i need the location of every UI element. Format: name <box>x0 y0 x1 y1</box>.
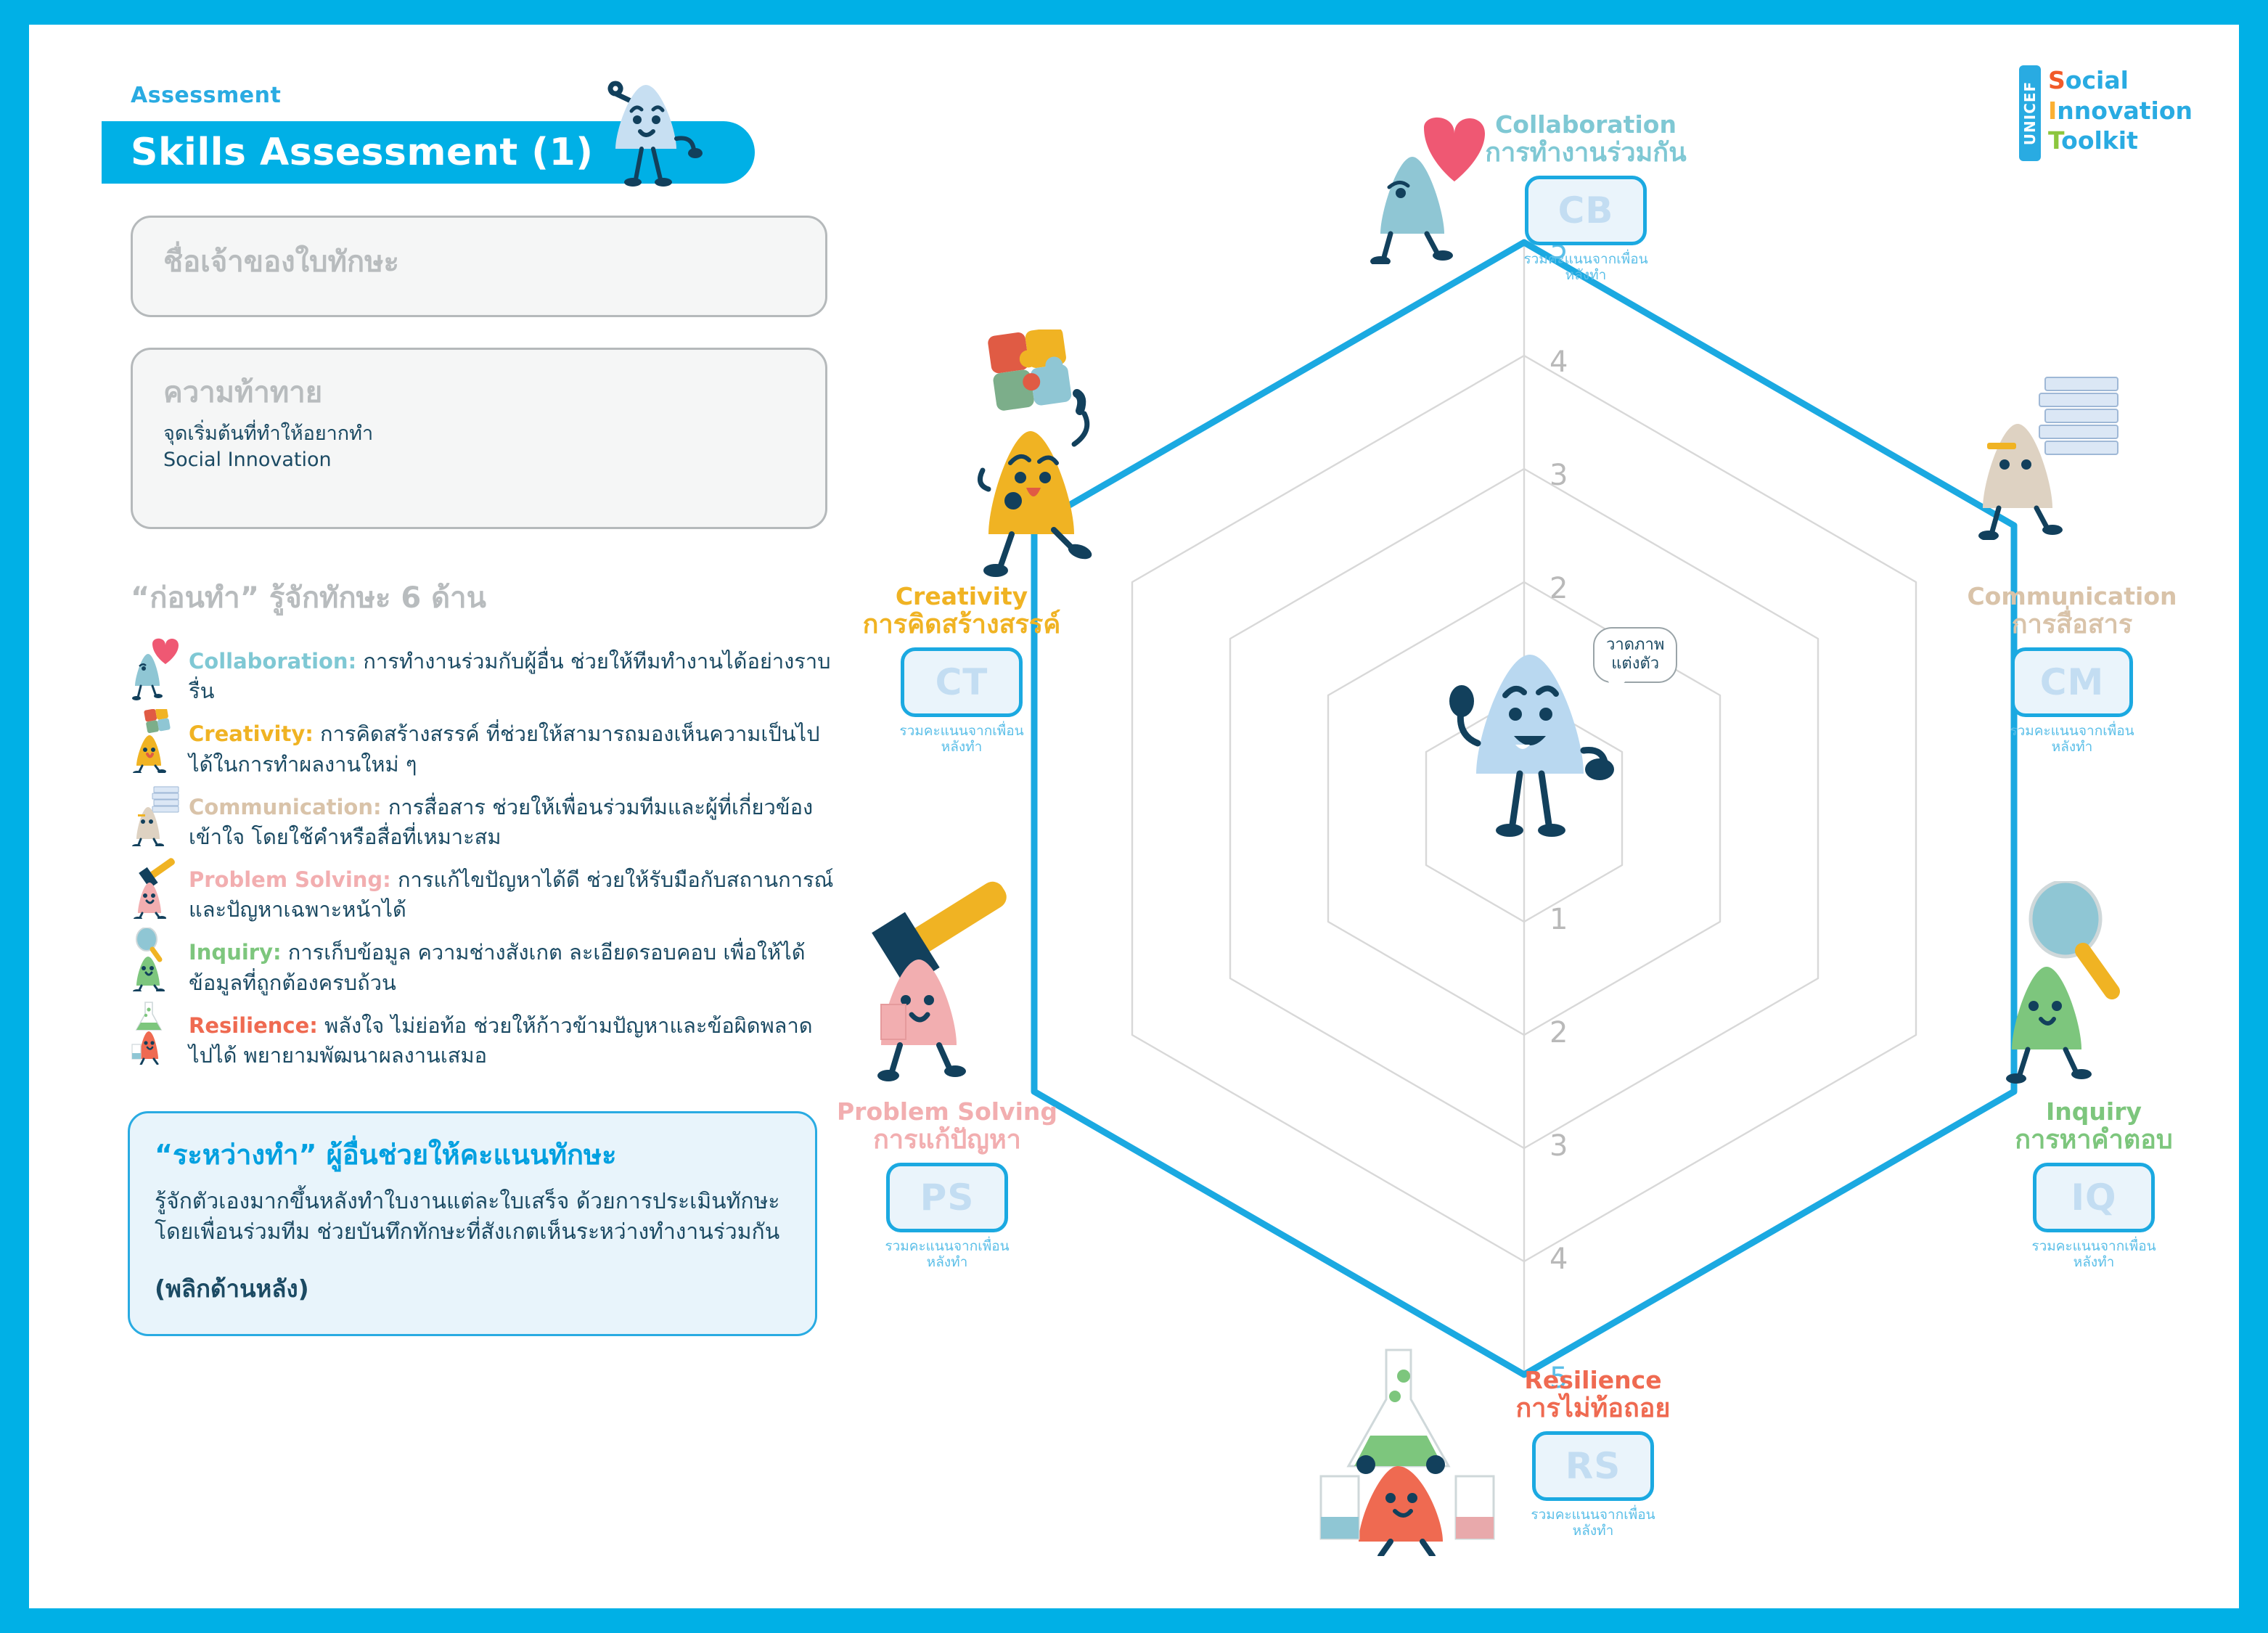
node-label-en: Communication <box>1967 582 2177 610</box>
skill-name: Problem Solving: <box>189 867 391 893</box>
flask-mascot-icon <box>1319 1348 1495 1556</box>
score-caption: รวมคะแนนจากเพื่อน หลังทำ <box>885 1237 1010 1271</box>
node-label-th: การสื่อสาร <box>2011 610 2133 640</box>
skills-list: Collaboration: การทำงานร่วมกับผู้อื่น ช่… <box>131 637 835 1071</box>
node-label-en: Problem Solving <box>836 1097 1057 1126</box>
info-box-body: รู้จักตัวเองมากขึ้นหลังทำใบงานแต่ละใบเสร… <box>155 1189 780 1245</box>
skills-radar-chart: 5 4 3 2 1 1 2 3 4 5 <box>837 68 2250 1585</box>
list-item-text: Communication: การสื่อสาร ช่วยให้เพื่อนร… <box>189 782 835 852</box>
node-label-th: การหาคำตอบ <box>2015 1125 2173 1155</box>
puzzle-mascot-icon <box>977 330 1092 577</box>
score-box-code: CM <box>2039 660 2105 703</box>
heart-mascot-icon <box>131 637 184 700</box>
info-box-title: “ระหว่างทำ” ผู้อื่นช่วยให้คะแนนทักษะ <box>155 1139 617 1171</box>
list-item-text: Problem Solving: การแก้ไขปัญหาได้ดี ช่วย… <box>189 855 835 925</box>
score-caption: รวมคะแนนจากเพื่อน หลังทำ <box>2010 722 2134 756</box>
skill-name: Creativity: <box>189 721 314 747</box>
left-column: Assessment Skills Assessment (1) ชื่อเจ้… <box>102 81 864 1549</box>
score-box-iq[interactable]: IQ <box>2033 1162 2155 1232</box>
score-box-code: CB <box>1557 189 1614 232</box>
score-box-code: RS <box>1565 1444 1621 1487</box>
radar-node-communication: Communication การสื่อสาร CM รวมคะแนนจากเ… <box>1952 582 2192 756</box>
challenge-hint-line1: จุดเริ่มต้นที่ทำให้อยากทำ <box>163 422 374 445</box>
radar-node-inquiry: Inquiry การหาคำตอบ IQ รวมคะแนนจากเพื่อนห… <box>1974 1097 2214 1271</box>
page-title-bar: Skills Assessment (1) <box>102 81 755 187</box>
tick-2-top: 2 <box>1549 572 1568 605</box>
score-box-ps[interactable]: PS <box>886 1162 1008 1232</box>
magnifier-mascot-icon <box>2006 881 2120 1084</box>
papers-mascot-icon <box>1978 377 2118 540</box>
score-box-cm[interactable]: CM <box>2011 647 2133 717</box>
list-item: Problem Solving: การแก้ไขปัญหาได้ดี ช่วย… <box>131 855 835 925</box>
challenge-hint-line2: Social Innovation <box>163 448 332 471</box>
magnifier-mascot-icon <box>131 927 184 994</box>
list-item-text: Inquiry: การเก็บข้อมูล ความช่างสังเกต ละ… <box>189 928 835 997</box>
skill-desc: การเก็บข้อมูล ความช่างสังเกต ละเอียดรอบค… <box>189 940 806 995</box>
flask-mascot-icon <box>131 1001 184 1066</box>
list-item: Communication: การสื่อสาร ช่วยให้เพื่อนร… <box>131 782 835 852</box>
speech-bubble: วาดภาพ แต่งตัว <box>1593 627 1678 693</box>
challenge-field[interactable]: ความท้าทาย จุดเริ่มต้นที่ทำให้อยากทำ Soc… <box>131 348 827 529</box>
eyebrow-label: Assessment <box>131 83 282 108</box>
radar-node-resilience: Resilience การไม่ท้อถอย RS รวมคะแนนจากเพ… <box>1473 1367 1713 1539</box>
tick-4-top: 4 <box>1549 345 1568 379</box>
list-item: Inquiry: การเก็บข้อมูล ความช่างสังเกต ละ… <box>131 927 835 997</box>
heart-mascot-icon <box>1370 117 1485 264</box>
list-item: Creativity: การคิดสร้างสรรค์ ที่ช่วยให้ส… <box>131 707 835 779</box>
score-caption: รวมคะแนนจากเพื่อน หลังทำ <box>899 722 1024 756</box>
node-label-en: Creativity <box>895 582 1028 610</box>
score-box-code: PS <box>920 1176 975 1219</box>
owner-name-field[interactable]: ชื่อเจ้าของใบทักษะ <box>131 216 827 317</box>
owner-name-placeholder: ชื่อเจ้าของใบทักษะ <box>163 245 399 279</box>
header-mascot-icon <box>607 81 703 187</box>
radar-node-creativity: Creativity การคิดสร้างสรรค์ CT รวมคะแนนจ… <box>842 582 1081 756</box>
list-item-text: Collaboration: การทำงานร่วมกับผู้อื่น ช่… <box>189 637 835 706</box>
puzzle-mascot-icon <box>131 707 184 776</box>
skill-name: Communication: <box>189 794 382 819</box>
score-caption: รวมคะแนนจากเพื่อน หลังทำ <box>1531 1506 1655 1539</box>
skills-section-heading: “ก่อนทำ” รู้จักทักษะ 6 ด้าน <box>131 581 486 615</box>
score-box-cb[interactable]: CB <box>1525 175 1647 245</box>
score-box-rs[interactable]: RS <box>1532 1431 1654 1501</box>
list-item-text: Resilience: พลังใจ ไม่ย่อท้อ ช่วยให้ก้าว… <box>189 1001 835 1071</box>
skill-name: Inquiry: <box>189 940 282 965</box>
papers-mascot-icon <box>131 782 184 848</box>
worksheet-page: Assessment Skills Assessment (1) ชื่อเจ้… <box>29 25 2239 1608</box>
score-box-code: CT <box>935 660 988 703</box>
speech-bubble-line1: วาดภาพ <box>1606 636 1665 654</box>
score-box-code: IQ <box>2071 1176 2117 1219</box>
list-item-text: Creativity: การคิดสร้างสรรค์ ที่ช่วยให้ส… <box>189 709 835 779</box>
hammer-mascot-icon <box>872 881 1007 1081</box>
during-activity-info-box: “ระหว่างทำ” ผู้อื่นช่วยให้คะแนนทักษะ รู้… <box>128 1111 817 1337</box>
challenge-placeholder: ความท้าทาย <box>163 376 323 409</box>
tick-3-top: 3 <box>1549 459 1568 492</box>
list-item: Resilience: พลังใจ ไม่ย่อท้อ ช่วยให้ก้าว… <box>131 1001 835 1071</box>
node-label-th: การแก้ปัญหา <box>873 1125 1021 1155</box>
radar-node-problem-solving: Problem Solving การแก้ปัญหา PS รวมคะแนนจ… <box>827 1097 1067 1271</box>
score-caption: รวมคะแนนจากเพื่อน หลังทำ <box>2031 1237 2156 1271</box>
speech-bubble-line2: แต่งตัว <box>1611 655 1660 674</box>
node-label-th: การคิดสร้างสรรค์ <box>862 610 1061 640</box>
list-item: Collaboration: การทำงานร่วมกับผู้อื่น ช่… <box>131 637 835 706</box>
center-mascot-icon <box>1449 655 1614 837</box>
tick-3-bottom: 3 <box>1549 1129 1568 1163</box>
tick-1-bottom: 1 <box>1549 903 1568 936</box>
score-box-ct[interactable]: CT <box>901 647 1023 717</box>
node-label-en: Inquiry <box>2046 1097 2142 1126</box>
hammer-mascot-icon <box>131 855 184 922</box>
skill-name: Collaboration: <box>189 649 357 674</box>
skill-name: Resilience: <box>189 1012 318 1038</box>
flip-note: (พลิกด้านหลัง) <box>155 1274 309 1303</box>
node-label-th: การไม่ท้อถอย <box>1515 1393 1671 1424</box>
node-label-en: Resilience <box>1524 1366 1662 1394</box>
tick-4-bottom: 4 <box>1549 1243 1568 1276</box>
page-title: Skills Assessment (1) <box>131 131 594 174</box>
tick-2-bottom: 2 <box>1549 1016 1568 1049</box>
